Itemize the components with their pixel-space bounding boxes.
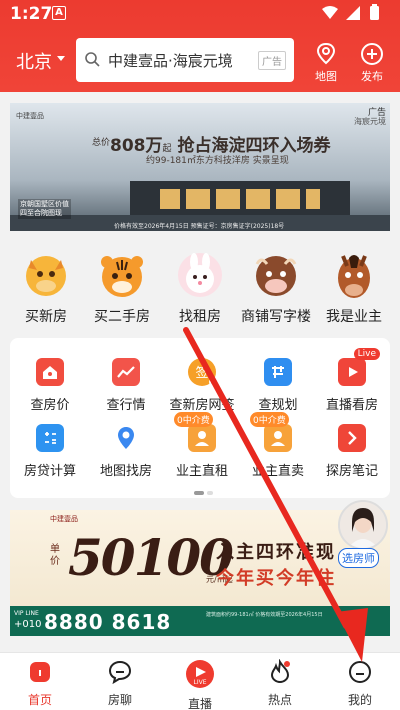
search-input[interactable]: 中建壹品·海宸元境 广告 — [76, 38, 294, 82]
plus-circle-icon — [361, 43, 383, 65]
home-icon — [30, 662, 50, 682]
signal-icon — [346, 6, 360, 20]
wifi-icon — [322, 6, 338, 19]
banner-subline: 约99-181㎡东方科技洋房 实景呈现 — [146, 156, 289, 166]
live-badge: Live — [353, 348, 380, 360]
tool-house-price[interactable]: 查房价 — [12, 358, 88, 413]
ox-avatar-icon — [251, 250, 301, 300]
banner-brand: 海宸元境 — [354, 117, 386, 126]
publish-button[interactable]: 发布 — [352, 42, 392, 84]
owner-rent-icon: 0中介费 — [174, 412, 216, 452]
tab-profile[interactable]: 我的 — [330, 659, 390, 708]
tab-chat[interactable]: 房聊 — [90, 659, 150, 708]
bottom-tab-bar: 首页 房聊 LIVE 直播 热点 我的 — [0, 652, 400, 710]
tab-home[interactable]: 首页 — [10, 659, 70, 708]
promo-banner-top[interactable]: 中建壹品 广告 海宸元境 总价808万起 抢占海淀四环入场券 约99-181㎡东方… — [10, 103, 390, 231]
banner2-line2: 今年买今年住 — [216, 568, 336, 589]
quick-nav: 买新房 买二手房 找租房 商铺写字楼 我是业主 — [0, 240, 400, 330]
tiger-avatar-icon — [97, 250, 147, 300]
owner-sell-icon: 0中介费 — [250, 412, 292, 452]
banner-logo: 中建壹品 — [16, 112, 44, 120]
chat-icon — [108, 660, 132, 685]
tool-market[interactable]: 查行情 — [88, 358, 164, 413]
profile-icon — [349, 661, 371, 683]
tab-live[interactable]: LIVE 直播 — [170, 659, 230, 710]
chevron-down-icon[interactable] — [57, 56, 65, 61]
agent-avatar — [338, 500, 388, 550]
zero-fee-badge: 0中介费 — [174, 412, 213, 427]
tool-contract[interactable]: 签 查新房网签 — [164, 358, 240, 413]
zero-fee-badge: 0中介费 — [250, 412, 289, 427]
horse-avatar-icon — [329, 250, 379, 300]
nav-rent[interactable]: 找租房 — [164, 250, 236, 326]
map-pin-icon — [112, 424, 140, 452]
search-icon — [84, 51, 100, 71]
city-selector[interactable]: 北京 — [16, 48, 52, 74]
banner2-line1: 入主四环准现 — [216, 542, 336, 563]
banner2-unit-label: 单价 — [50, 544, 60, 567]
floating-agent[interactable]: 选房师 — [336, 500, 390, 570]
nav-buy-new[interactable]: 买新房 — [10, 250, 82, 326]
header-bar: 1:27 A 北京 中建壹品·海宸元境 广告 地图 发布 — [0, 0, 400, 92]
nav-buy-resale[interactable]: 买二手房 — [86, 250, 158, 326]
tool-planning[interactable]: 查规划 — [240, 358, 316, 413]
map-pin-icon — [316, 42, 336, 65]
tab-hot[interactable]: 热点 — [250, 658, 310, 708]
ad-badge: 广告 — [258, 51, 286, 70]
contract-icon: 签 — [188, 358, 219, 387]
tool-map-search[interactable]: 地图找房 — [88, 424, 164, 479]
phone-number: 8880 8618 — [44, 610, 172, 634]
phone-prefix: +010 — [14, 619, 42, 630]
house-price-icon — [36, 358, 64, 386]
battery-icon — [370, 6, 379, 20]
map-button[interactable]: 地图 — [306, 42, 346, 84]
pager-dots — [194, 480, 216, 499]
banner-footnote: 价格有效至2026年4月15日 预售证号：京房售证字(2025)18号 — [114, 223, 285, 230]
tool-live-viewing[interactable]: Live 直播看房 — [314, 348, 390, 413]
vip-line-label: VIP LINE — [14, 610, 39, 617]
tool-owner-rent[interactable]: 0中介费 业主直租 — [164, 412, 240, 479]
status-bar: 1:27 A — [0, 0, 400, 28]
nav-owner[interactable]: 我是业主 — [318, 250, 390, 326]
nav-commercial[interactable]: 商铺写字楼 — [240, 250, 312, 326]
live-icon: LIVE — [186, 660, 214, 688]
status-icons — [320, 4, 390, 26]
dragon-avatar-icon — [21, 250, 71, 300]
search-placeholder: 中建壹品·海宸元境 — [108, 52, 233, 70]
calculator-icon — [36, 424, 64, 452]
publish-label: 发布 — [361, 70, 383, 83]
rabbit-avatar-icon — [175, 250, 225, 300]
svg-text:签: 签 — [195, 365, 208, 381]
map-label: 地图 — [315, 70, 337, 83]
notes-icon — [338, 424, 366, 452]
building-illustration — [130, 181, 350, 215]
banner2-logo: 中建壹品 — [50, 515, 78, 523]
notification-app-icon: A — [52, 6, 66, 20]
tool-owner-sell[interactable]: 0中介费 业主直卖 — [240, 412, 316, 479]
tool-notes[interactable]: 探房笔记 — [314, 424, 390, 479]
promo-banner-bottom[interactable]: 中建壹品 单价 50100 元/㎡起 入主四环准现 今年买今年住 VIP LIN… — [10, 510, 390, 636]
trend-icon — [112, 358, 140, 386]
tools-card: 查房价 查行情 签 查新房网签 查规划 Live 直播看房 房贷计算 地图找房 … — [10, 338, 390, 498]
flame-icon — [270, 658, 290, 684]
status-time: 1:27 — [10, 4, 53, 24]
tool-mortgage-calc[interactable]: 房贷计算 — [12, 424, 88, 479]
banner-left-tag: 京朝国墅区价值 四至合院图现 — [18, 199, 71, 219]
banner2-fine-print: 建筑面积约99-181㎡ 价格有效期至2026年4月15日 — [206, 612, 323, 618]
plan-icon — [264, 358, 292, 386]
banner2-phone-bar: VIP LINE +010 8880 8618 建筑面积约99-181㎡ 价格有… — [10, 606, 390, 636]
svg-text:LIVE: LIVE — [193, 679, 206, 686]
live-video-icon: Live — [338, 348, 380, 386]
agent-label: 选房师 — [338, 548, 379, 568]
